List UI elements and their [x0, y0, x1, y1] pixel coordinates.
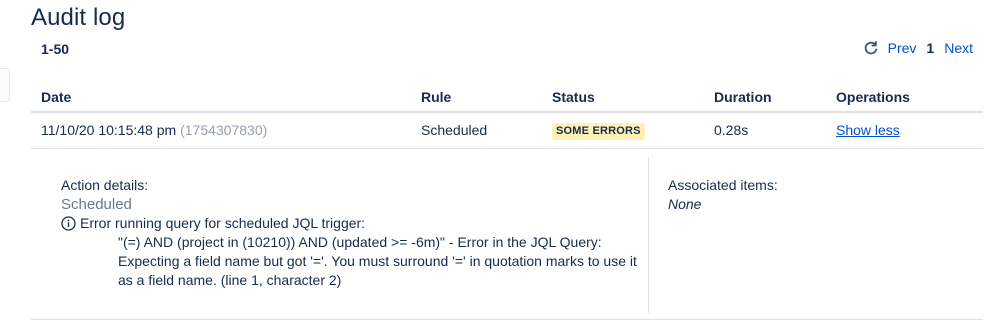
side-panel-tab[interactable] [0, 68, 10, 102]
duration-cell: 0.28s [714, 122, 749, 138]
show-less-link[interactable]: Show less [836, 122, 900, 138]
date-cell: 11/10/20 10:15:48 pm (1754307830) [41, 122, 267, 138]
operations-cell: Show less [836, 122, 900, 138]
column-header-duration[interactable]: Duration [714, 89, 772, 105]
error-title: Error running query for scheduled JQL tr… [80, 215, 366, 231]
next-page-link[interactable]: Next [944, 40, 973, 56]
error-detail: "(=) AND (project in (10210)) AND (updat… [118, 234, 637, 288]
audit-log-table: Date Rule Status Duration Operations 11/… [31, 80, 983, 320]
error-message: Error running query for scheduled JQL tr… [61, 214, 641, 233]
status-badge: SOME ERRORS [552, 123, 645, 140]
column-header-rule[interactable]: Rule [421, 89, 451, 105]
table-row: 11/10/20 10:15:48 pm (1754307830) Schedu… [31, 113, 983, 149]
pagination: Prev 1 Next [863, 40, 973, 56]
prev-page-link[interactable]: Prev [888, 40, 917, 56]
table-header: Date Rule Status Duration Operations [31, 80, 983, 113]
column-header-operations: Operations [836, 89, 910, 105]
refresh-icon[interactable] [863, 40, 879, 56]
associated-items: Associated items: None [668, 176, 778, 214]
current-page-number: 1 [926, 40, 935, 56]
action-details-value: Scheduled [61, 196, 132, 213]
column-header-date[interactable]: Date [41, 89, 71, 105]
status-cell: SOME ERRORS [552, 122, 645, 141]
associated-items-label: Associated items: [668, 177, 778, 193]
details-divider [648, 157, 649, 313]
results-range: 1-50 [41, 41, 70, 57]
audit-id: (1754307830) [180, 122, 268, 138]
associated-items-value: None [668, 196, 702, 212]
column-header-status[interactable]: Status [552, 89, 595, 105]
date-value: 11/10/20 10:15:48 pm [41, 122, 177, 138]
expanded-details-panel: Action details: Scheduled Error running … [31, 149, 983, 320]
rule-cell: Scheduled [421, 122, 488, 138]
action-details: Action details: Scheduled Error running … [61, 176, 641, 290]
info-icon [61, 216, 76, 231]
page-title: Audit log [31, 4, 126, 31]
action-details-label: Action details: [61, 177, 149, 193]
